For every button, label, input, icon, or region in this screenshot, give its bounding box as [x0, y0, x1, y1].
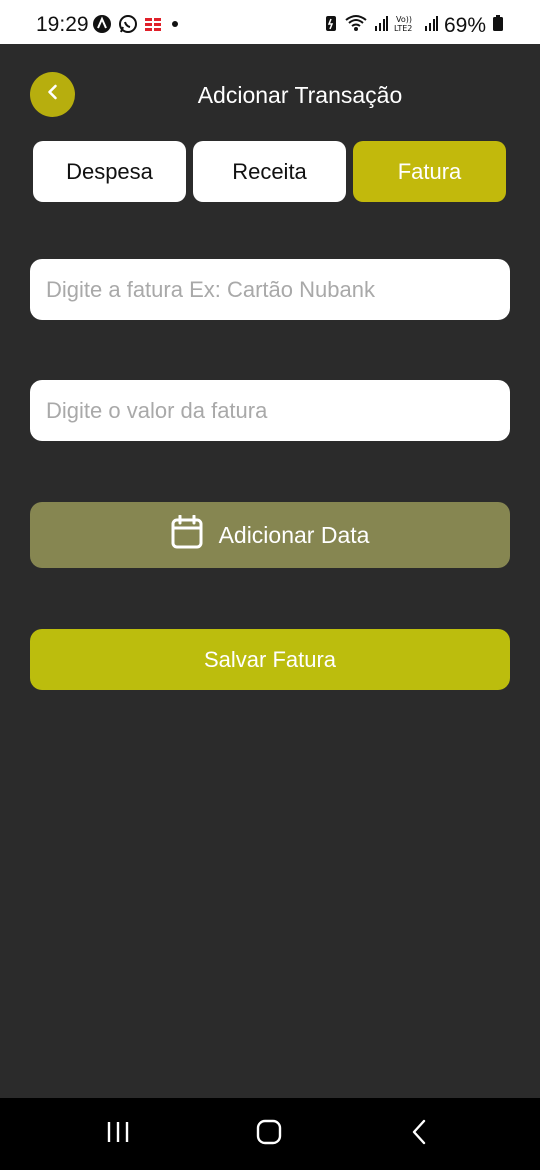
fatura-value-input[interactable] — [30, 380, 510, 441]
status-time: 19:29 — [36, 13, 89, 36]
battery-icon — [492, 13, 504, 38]
navigation-bar — [0, 1098, 540, 1170]
battery-percentage: 69% — [443, 13, 486, 37]
add-date-label: Adicionar Data — [218, 521, 370, 548]
transaction-type-tabs: Despesa Receita Fatura — [33, 141, 506, 202]
svg-text:Vo)): Vo)) — [396, 15, 412, 24]
tab-fatura[interactable]: Fatura — [353, 141, 506, 202]
dot-icon — [168, 17, 182, 36]
status-right: Vo)) LTE2 69% — [324, 13, 504, 38]
signal-icon — [374, 13, 388, 38]
status-bar: 19:29 Vo)) LTE2 69% — [0, 0, 540, 44]
app-notification-icon — [144, 15, 162, 38]
page-title: Adcionar Transação — [197, 82, 403, 108]
nav-app-icon — [92, 14, 112, 39]
recent-apps-button[interactable] — [98, 1116, 138, 1152]
home-icon — [256, 1119, 282, 1150]
recent-apps-icon — [105, 1120, 131, 1149]
wifi-icon — [344, 13, 368, 38]
system-back-button[interactable] — [400, 1116, 440, 1152]
save-fatura-button[interactable]: Salvar Fatura — [30, 629, 510, 690]
status-left-icons — [92, 14, 182, 39]
battery-saver-icon — [324, 13, 338, 38]
tab-despesa[interactable]: Despesa — [33, 141, 186, 202]
fatura-name-input[interactable] — [30, 259, 510, 320]
back-icon — [410, 1119, 430, 1150]
whatsapp-icon — [118, 14, 138, 39]
volte-icon: Vo)) LTE2 — [394, 13, 418, 38]
svg-text:LTE2: LTE2 — [394, 24, 412, 33]
add-date-button[interactable]: Adicionar Data — [30, 502, 510, 568]
signal-icon-2 — [424, 13, 438, 38]
home-button[interactable] — [249, 1116, 289, 1152]
screen: 19:29 Vo)) LTE2 69% Adcionar Transação D… — [0, 0, 540, 1170]
calendar-icon — [171, 514, 203, 555]
tab-receita[interactable]: Receita — [193, 141, 346, 202]
